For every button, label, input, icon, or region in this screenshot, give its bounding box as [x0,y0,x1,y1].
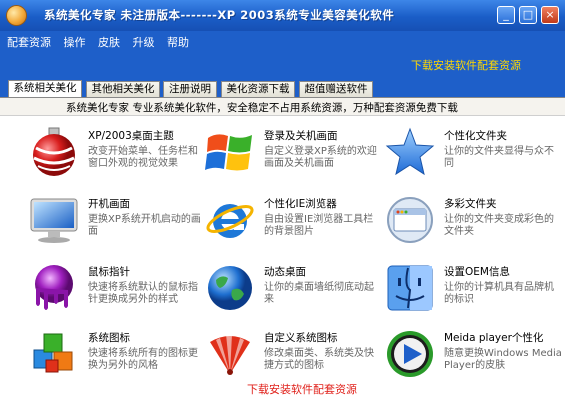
globe-icon [208,266,252,310]
tab-system-beautify[interactable]: 系统相关美化 [8,80,82,98]
feature-desc: 让你的文件夹变成彩色的文件夹 [444,214,554,237]
feature-desc: 修改桌面类、系统类及快捷方式的图标 [264,348,374,371]
title-bar: 系统美化专家 未注册版本-------XP 2003系统专业美容美化软件 _ □… [0,0,565,31]
feature-grid: XP/2003桌面主题 改变开始菜单、任务栏和窗口外观的视觉效果 登录及关机画面… [0,116,565,406]
feature-desc: 改变开始菜单、任务栏和窗口外观的视觉效果 [88,146,198,169]
finder-face-icon [387,265,433,311]
feature-name: 多彩文件夹 [444,198,497,210]
feature-name: Meida player个性化 [444,332,544,344]
feature-ie-browser[interactable]: 个性化IE浏览器 自由设置IE浏览器工具栏的背景图片 [204,194,384,260]
tab-resource-download[interactable]: 美化资源下载 [221,81,295,97]
feature-media-player[interactable]: Meida player个性化 随意更换Windows Media Player… [384,328,564,394]
feature-name: 设置OEM信息 [444,266,510,278]
red-fan-icon [210,334,250,375]
browser-window-icon [387,197,433,243]
feature-desc: 自定义登录XP系统的欢迎画面及关机画面 [264,146,377,169]
internet-explorer-icon [206,204,254,238]
menu-help[interactable]: 帮助 [167,31,189,54]
menu-upgrade[interactable]: 升级 [133,31,155,54]
feature-name: 个性化文件夹 [444,130,507,142]
purple-paint-icon [35,265,73,310]
feature-color-folder[interactable]: 多彩文件夹 让你的文件夹变成彩色的文件夹 [384,194,564,260]
tab-bonus-software[interactable]: 超值赠送软件 [299,81,373,97]
info-text: 系统美化专家 专业系统美化软件，安全稳定不占用系统资源，万种配套资源免费下载 [66,102,458,114]
menu-operate[interactable]: 操作 [64,31,86,54]
feature-mouse-pointer[interactable]: 鼠标指针 快速将系统默认的鼠标指针更换成另外的样式 [28,262,208,328]
menu-bar: 配套资源 操作 皮肤 升级 帮助 [0,31,565,54]
tab-other-beautify[interactable]: 其他相关美化 [86,81,160,97]
feature-desc: 让你的文件夹显得与众不同 [444,146,554,169]
feature-custom-folder[interactable]: 个性化文件夹 让你的文件夹显得与众不同 [384,126,564,192]
feature-boot-screen[interactable]: 开机画面 更换XP系统开机启动的画面 [28,194,208,260]
menu-skin[interactable]: 皮肤 [98,31,120,54]
app-icon [6,5,27,26]
minimize-button[interactable]: _ [497,6,515,24]
feature-desc: 快速将系统默认的鼠标指针更换成另外的样式 [88,282,198,305]
tab-bar: 系统相关美化 其他相关美化 注册说明 美化资源下载 超值赠送软件 [0,80,565,98]
banner: 下载安装软件配套资源 [0,54,565,80]
feature-login-shutdown[interactable]: 登录及关机画面 自定义登录XP系统的欢迎画面及关机画面 [204,126,384,192]
feature-desc: 更换XP系统开机启动的画面 [88,214,201,237]
close-button[interactable]: × [541,6,559,24]
restore-button[interactable]: □ [519,6,537,24]
feature-oem-info[interactable]: 设置OEM信息 让你的计算机具有品牌机的标识 [384,262,564,328]
menu-resources[interactable]: 配套资源 [7,31,51,54]
blue-star-icon [385,127,435,176]
feature-desc: 让你的计算机具有品牌机的标识 [444,282,554,305]
feature-name: 系统图标 [88,332,130,344]
feature-dynamic-desktop[interactable]: 动态桌面 让你的桌面墙纸彻底动起来 [204,262,384,328]
feature-name: 开机画面 [88,198,130,210]
monitor-icon [30,198,78,243]
info-bar: 系统美化专家 专业系统美化软件，安全稳定不占用系统资源，万种配套资源免费下载 [0,97,565,116]
media-player-icon [387,331,433,377]
feature-name: 鼠标指针 [88,266,130,278]
feature-desc: 随意更换Windows Media Player的皮肤 [444,348,562,371]
colored-cubes-icon [33,333,73,373]
windows-logo-icon [205,134,252,171]
feature-desc: 快速将系统所有的图标更换为另外的风格 [88,348,198,371]
feature-desktop-theme[interactable]: XP/2003桌面主题 改变开始菜单、任务栏和窗口外观的视觉效果 [28,126,208,192]
feature-name: 个性化IE浏览器 [264,198,337,210]
download-resources-link[interactable]: 下载安装软件配套资源 [411,57,521,73]
christmas-ornament-icon [33,127,75,176]
feature-name: 自定义系统图标 [264,332,338,344]
feature-name: 登录及关机画面 [264,130,338,142]
window-title: 系统美化专家 未注册版本-------XP 2003系统专业美容美化软件 [44,8,395,22]
feature-desc: 让你的桌面墙纸彻底动起来 [264,282,374,305]
feature-name: 动态桌面 [264,266,306,278]
feature-system-icons[interactable]: 系统图标 快速将系统所有的图标更换为另外的风格 [28,328,208,394]
feature-desc: 自由设置IE浏览器工具栏的背景图片 [264,214,374,237]
tab-register-info[interactable]: 注册说明 [163,81,217,97]
feature-name: XP/2003桌面主题 [88,130,174,142]
footer-download-link[interactable]: 下载安装软件配套资源 [247,381,357,397]
